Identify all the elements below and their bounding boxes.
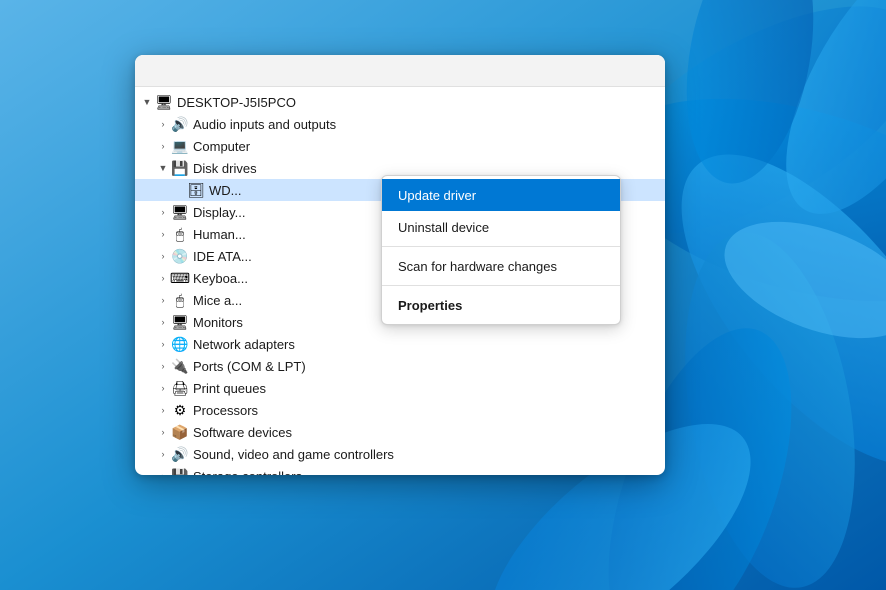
context-menu: Update driverUninstall device Scan for ha… bbox=[381, 175, 621, 325]
chevron-icon: › bbox=[155, 292, 171, 308]
chevron-icon: › bbox=[155, 248, 171, 264]
ctx-item-uninstall[interactable]: Uninstall device bbox=[382, 211, 620, 243]
item-icon: 💾 bbox=[171, 467, 189, 475]
item-icon: 🔌 bbox=[171, 357, 189, 375]
item-label: DESKTOP-J5I5PCO bbox=[177, 95, 296, 110]
item-icon: 🔊 bbox=[171, 445, 189, 463]
item-label: WD... bbox=[209, 183, 242, 198]
item-label: Print queues bbox=[193, 381, 266, 396]
tree-item-sound[interactable]: › 🔊 Sound, video and game controllers bbox=[135, 443, 665, 465]
close-button[interactable] bbox=[607, 55, 653, 87]
context-menu-separator bbox=[382, 246, 620, 247]
item-label: Sound, video and game controllers bbox=[193, 447, 394, 462]
chevron-icon: › bbox=[155, 402, 171, 418]
item-icon: 💿 bbox=[171, 247, 189, 265]
item-label: Processors bbox=[193, 403, 258, 418]
context-menu-separator bbox=[382, 285, 620, 286]
item-icon: 🖥 bbox=[155, 93, 173, 111]
chevron-icon: › bbox=[155, 468, 171, 475]
item-label: Storage controllers bbox=[193, 469, 302, 476]
minimize-button[interactable] bbox=[511, 55, 557, 87]
chevron-icon: › bbox=[155, 380, 171, 396]
chevron-icon: › bbox=[155, 314, 171, 330]
chevron-icon: › bbox=[155, 270, 171, 286]
chevron-icon bbox=[171, 182, 187, 198]
chevron-icon: › bbox=[155, 336, 171, 352]
ctx-item-props[interactable]: Properties bbox=[382, 289, 620, 321]
chevron-icon: › bbox=[155, 358, 171, 374]
item-label: Human... bbox=[193, 227, 246, 242]
chevron-icon: ▼ bbox=[155, 160, 171, 176]
item-label: Audio inputs and outputs bbox=[193, 117, 336, 132]
item-icon: 🔊 bbox=[171, 115, 189, 133]
chevron-icon: › bbox=[155, 138, 171, 154]
item-label: Software devices bbox=[193, 425, 292, 440]
chevron-icon: › bbox=[155, 204, 171, 220]
titlebar bbox=[135, 55, 665, 87]
ctx-item-update[interactable]: Update driver bbox=[382, 179, 620, 211]
tree-item-network[interactable]: › 🌐 Network adapters bbox=[135, 333, 665, 355]
item-label: Keyboa... bbox=[193, 271, 248, 286]
tree-item-computer[interactable]: › 💻 Computer bbox=[135, 135, 665, 157]
tree-item-print[interactable]: › 🖨 Print queues bbox=[135, 377, 665, 399]
item-icon: 🖨 bbox=[171, 379, 189, 397]
tree-item-software[interactable]: › 📦 Software devices bbox=[135, 421, 665, 443]
window-controls bbox=[511, 55, 653, 87]
item-icon: ⚙ bbox=[171, 401, 189, 419]
maximize-button[interactable] bbox=[559, 55, 605, 87]
item-label: Disk drives bbox=[193, 161, 257, 176]
tree-item-storage[interactable]: › 💾 Storage controllers bbox=[135, 465, 665, 475]
item-label: Mice a... bbox=[193, 293, 242, 308]
tree-item-proc[interactable]: › ⚙ Processors bbox=[135, 399, 665, 421]
item-label: Display... bbox=[193, 205, 246, 220]
item-icon: 📦 bbox=[171, 423, 189, 441]
item-label: IDE ATA... bbox=[193, 249, 252, 264]
chevron-icon: › bbox=[155, 116, 171, 132]
chevron-icon: › bbox=[155, 226, 171, 242]
item-icon: 🌐 bbox=[171, 335, 189, 353]
item-icon: 🖱 bbox=[171, 225, 189, 243]
item-label: Monitors bbox=[193, 315, 243, 330]
chevron-icon: ▼ bbox=[139, 94, 155, 110]
item-icon: 💻 bbox=[171, 137, 189, 155]
item-icon: ⌨ bbox=[171, 269, 189, 287]
device-manager-window: ▼ 🖥 DESKTOP-J5I5PCO › 🔊 Audio inputs and… bbox=[135, 55, 665, 475]
tree-item-ports[interactable]: › 🔌 Ports (COM & LPT) bbox=[135, 355, 665, 377]
item-icon: 🖥 bbox=[171, 203, 189, 221]
item-icon: 🖥 bbox=[171, 313, 189, 331]
item-label: Ports (COM & LPT) bbox=[193, 359, 306, 374]
chevron-icon: › bbox=[155, 424, 171, 440]
chevron-icon: › bbox=[155, 446, 171, 462]
item-label: Computer bbox=[193, 139, 250, 154]
item-icon: 🗄 bbox=[187, 181, 205, 199]
item-icon: 🖱 bbox=[171, 291, 189, 309]
item-icon: 💾 bbox=[171, 159, 189, 177]
item-label: Network adapters bbox=[193, 337, 295, 352]
ctx-item-scan[interactable]: Scan for hardware changes bbox=[382, 250, 620, 282]
tree-item-root[interactable]: ▼ 🖥 DESKTOP-J5I5PCO bbox=[135, 91, 665, 113]
tree-item-audio[interactable]: › 🔊 Audio inputs and outputs bbox=[135, 113, 665, 135]
